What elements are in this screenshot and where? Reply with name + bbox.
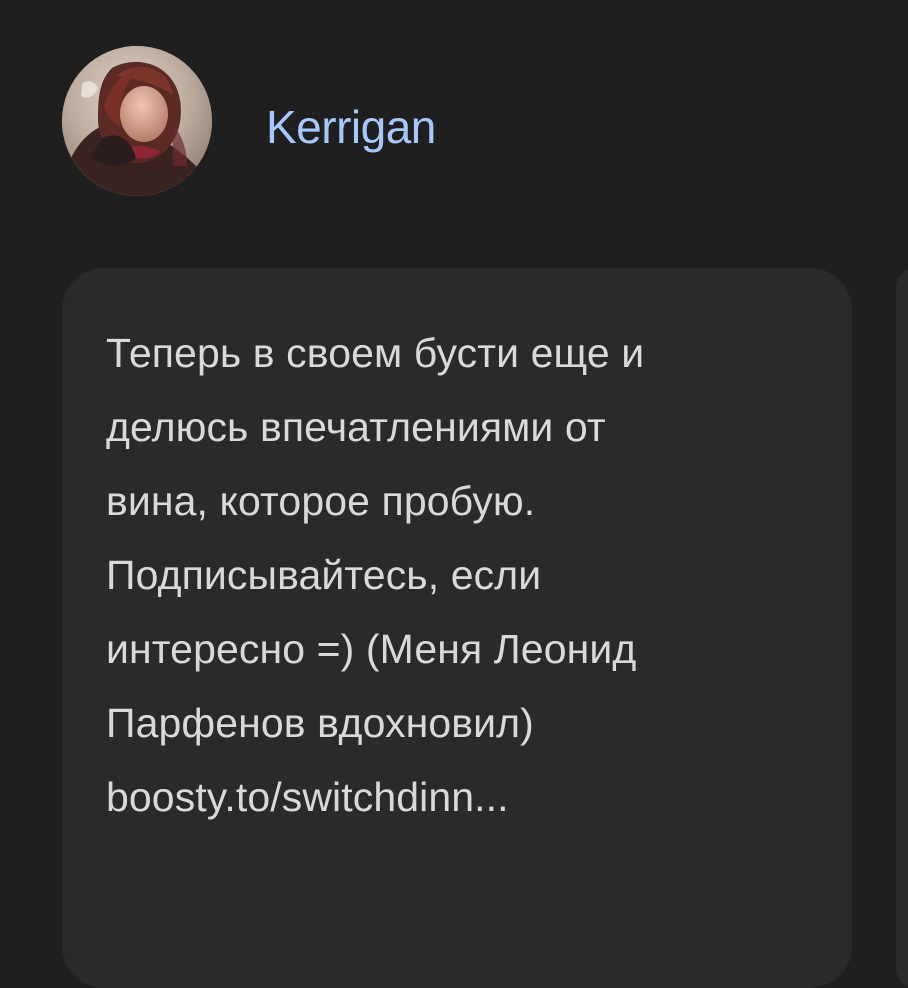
post-card[interactable]: Теперь в своем бусти еще и делюсь впечат… xyxy=(62,268,852,988)
next-card-edge xyxy=(896,268,908,988)
post-text: Теперь в своем бусти еще и делюсь впечат… xyxy=(106,330,645,820)
avatar[interactable] xyxy=(62,46,212,196)
author-name[interactable]: Kerrigan xyxy=(266,104,436,150)
post-header: Kerrigan xyxy=(62,46,436,196)
avatar-photo-icon xyxy=(62,46,212,196)
